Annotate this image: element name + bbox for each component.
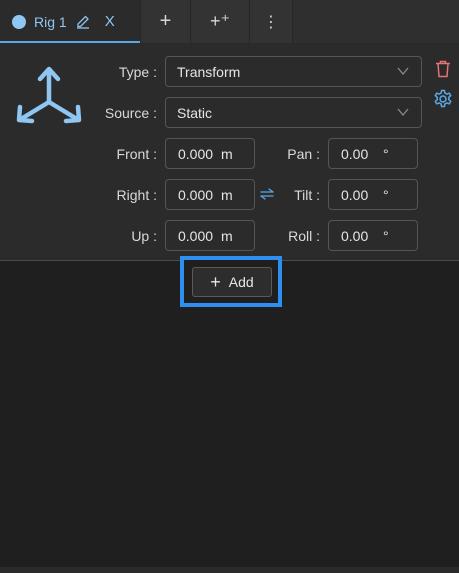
type-label: Type : xyxy=(118,64,157,80)
bottom-bar xyxy=(0,567,459,573)
source-select[interactable]: Static xyxy=(165,97,422,128)
pan-unit: ° xyxy=(383,145,389,162)
add-button-label: Add xyxy=(228,274,254,290)
roll-unit: ° xyxy=(383,227,389,244)
right-input[interactable]: 0.000 m xyxy=(165,179,255,210)
roll-label: Roll : xyxy=(288,228,320,244)
chevron-down-icon xyxy=(397,108,409,117)
pan-label: Pan : xyxy=(287,146,320,162)
tilt-value: 0.00 xyxy=(341,186,369,203)
trash-icon[interactable] xyxy=(435,60,451,78)
add-tab-button[interactable]: + xyxy=(141,0,191,43)
source-label: Source : xyxy=(104,105,157,121)
tab-bar: Rig 1 X + +⁺ ⋮ xyxy=(0,0,459,44)
type-select[interactable]: Transform xyxy=(165,56,422,87)
roll-input[interactable]: 0.00 ° xyxy=(328,220,418,251)
swap-arrows-icon[interactable] xyxy=(260,188,274,200)
add-button-highlight: + Add xyxy=(180,256,282,307)
pan-value: 0.00 xyxy=(341,145,369,162)
add-plus-tab-button[interactable]: +⁺ xyxy=(191,0,250,43)
up-input[interactable]: 0.000 m xyxy=(165,220,255,251)
rig-panel: Type : Transform Source : Static Front :… xyxy=(0,44,459,261)
right-unit: m xyxy=(221,186,233,203)
plus-icon: + xyxy=(210,272,221,292)
type-value: Transform xyxy=(177,63,241,80)
tilt-input[interactable]: 0.00 ° xyxy=(328,179,418,210)
pan-input[interactable]: 0.00 ° xyxy=(328,138,418,169)
tilt-label: Tilt : xyxy=(294,187,320,203)
add-button[interactable]: + Add xyxy=(192,267,272,297)
gear-icon[interactable] xyxy=(433,89,453,109)
up-label: Up : xyxy=(131,228,157,244)
pencil-icon[interactable] xyxy=(75,14,91,30)
roll-value: 0.00 xyxy=(341,227,369,244)
axes-tripod-icon xyxy=(16,66,82,124)
tilt-unit: ° xyxy=(383,186,389,203)
tab-bar-filler xyxy=(293,0,459,43)
up-unit: m xyxy=(221,227,233,244)
front-unit: m xyxy=(221,145,233,162)
front-value: 0.000 xyxy=(178,145,214,162)
up-value: 0.000 xyxy=(178,227,214,244)
more-options-button[interactable]: ⋮ xyxy=(250,0,293,43)
right-label: Right : xyxy=(116,187,157,203)
front-label: Front : xyxy=(116,146,157,162)
source-value: Static xyxy=(177,104,213,121)
rig-dot-icon xyxy=(12,14,26,29)
chevron-down-icon xyxy=(397,67,409,76)
close-tab-button[interactable]: X xyxy=(105,13,115,30)
add-plus-icon: +⁺ xyxy=(209,11,230,31)
right-value: 0.000 xyxy=(178,186,214,203)
front-input[interactable]: 0.000 m xyxy=(165,138,255,169)
tab-label: Rig 1 xyxy=(34,13,67,30)
tab-rig-1[interactable]: Rig 1 X xyxy=(0,0,141,43)
